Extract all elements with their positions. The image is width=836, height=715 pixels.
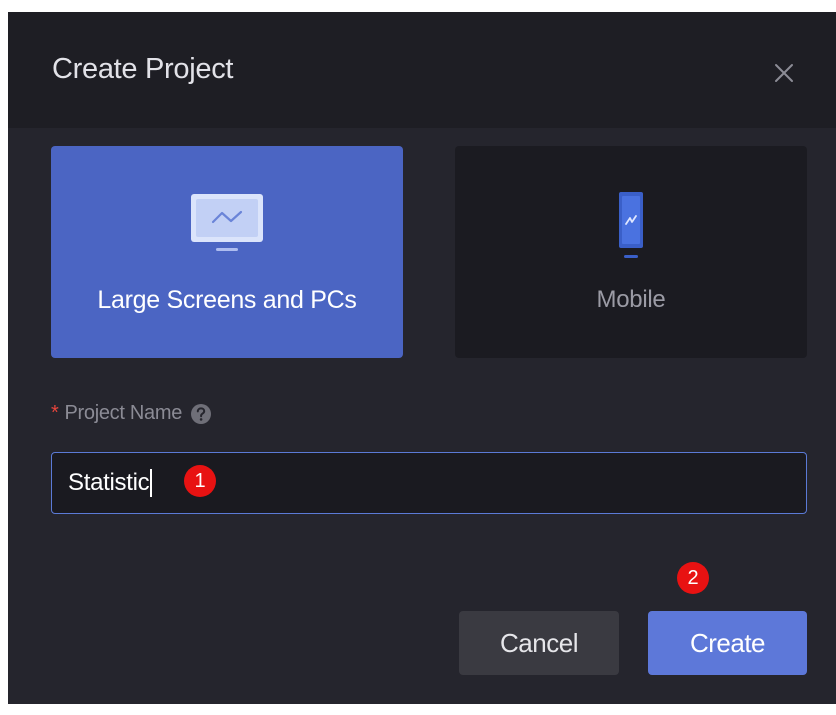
question-circle-icon[interactable] [190, 403, 212, 425]
project-type-large-screens[interactable]: Large Screens and PCs [51, 146, 403, 358]
large-screens-label: Large Screens and PCs [97, 286, 357, 314]
project-name-value: Statistic [68, 469, 150, 496]
mobile-label: Mobile [596, 286, 666, 313]
project-name-input[interactable]: Statistic [51, 452, 807, 514]
create-project-dialog: Create Project Large Screens and PCs Mob… [8, 12, 836, 704]
dialog-title: Create Project [52, 53, 234, 85]
close-icon [775, 64, 793, 82]
project-type-mobile[interactable]: Mobile [455, 146, 807, 358]
dialog-header: Create Project [8, 12, 836, 128]
step-badge-1: 1 [184, 465, 216, 497]
cancel-button[interactable]: Cancel [459, 611, 619, 675]
text-caret [150, 469, 153, 497]
step-badge-2: 2 [677, 562, 709, 594]
required-mark: * [51, 402, 59, 424]
close-button[interactable] [768, 57, 800, 89]
create-button[interactable]: Create [648, 611, 807, 675]
project-name-label-text: Project Name [64, 402, 183, 424]
monitor-chart-icon [191, 194, 263, 251]
phone-chart-icon [619, 192, 643, 258]
project-name-label: * Project Name [51, 402, 212, 425]
